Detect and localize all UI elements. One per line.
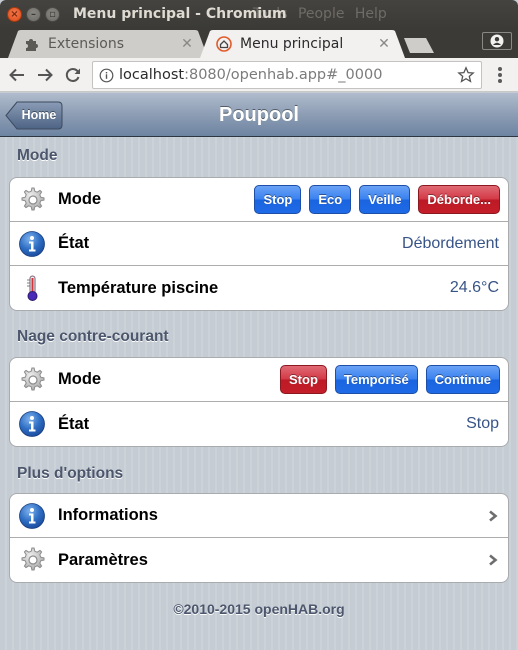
thermometer-icon [18,274,46,302]
openhab-page: Poupool Home Mode Mode Stop Eco Veille D… [0,93,518,650]
tab-close-icon[interactable]: ✕ [180,36,194,52]
puzzle-icon [24,36,40,52]
window-title: Menu principal - Chromium [73,6,287,22]
reload-button[interactable] [62,64,84,86]
browser-toolbar: localhost:8080/openhab.app#_0000 [0,58,518,92]
browser-menu-button[interactable] [494,66,506,84]
row-etat: État Débordement [10,222,508,266]
chevron-right-icon [489,510,498,522]
chevron-right-icon [489,554,498,566]
home-back-button[interactable]: Home [5,101,63,130]
group-options: Informations Paramètres [9,493,509,583]
reload-icon [65,68,80,82]
nage-stop-button[interactable]: Stop [280,365,327,394]
window-title-bar: × – ▫ Tools People Help Menu principal -… [0,0,518,29]
back-button[interactable] [6,64,28,86]
nage-continue-button[interactable]: Continue [425,365,500,394]
gear-icon [18,546,46,574]
nage-temporise-button[interactable]: Temporisé [334,365,418,394]
window-minimize-button[interactable]: – [26,7,41,22]
etat-value: Débordement [402,234,499,252]
forward-button[interactable] [34,64,56,86]
row-mode: Mode Stop Eco Veille Déborde... [10,178,508,222]
url-host: localhost [119,67,185,83]
section-title-options: Plus d'options [17,465,124,482]
arrow-left-icon [9,68,24,82]
nage-button-group: Stop Temporisé Continue [280,365,500,394]
gear-icon [18,366,46,394]
info-icon [18,410,46,438]
section-title-nage: Nage contre-courant [17,328,169,345]
row-label: Mode [58,190,102,208]
tab-extensions[interactable]: Extensions ✕ [8,30,208,58]
tab-close-icon[interactable]: ✕ [377,36,391,52]
close-icon: × [10,9,19,20]
mode-eco-button[interactable]: Eco [309,185,352,214]
mode-debordement-button[interactable]: Déborde... [418,185,500,214]
openhab-icon [216,36,232,52]
window-maximize-button[interactable]: ▫ [45,7,60,22]
back-button-label: Home [21,108,57,122]
group-nage: Mode Stop Temporisé Continue État Stop [9,357,509,447]
row-label: Mode [58,370,102,388]
info-icon [18,230,46,258]
page-title: Poupool [219,104,299,126]
gear-icon [18,186,46,214]
row-label: État [58,234,90,252]
row-label: Informations [58,506,158,524]
info-icon [18,502,46,530]
bookmark-star-icon[interactable] [457,66,475,84]
temperature-value: 24.6°C [449,279,499,296]
tab-strip: Extensions ✕ Menu principal ✕ [0,29,518,58]
address-bar[interactable]: localhost:8080/openhab.app#_0000 [92,61,482,89]
mode-veille-button[interactable]: Veille [359,185,411,214]
info-icon[interactable] [93,68,119,83]
row-nage-etat: État Stop [10,402,508,446]
mode-button-group: Stop Eco Veille Déborde... [254,185,500,214]
row-label: Température piscine [58,278,219,297]
maximize-icon: ▫ [49,9,56,20]
url-path: :8080/openhab.app#_0000 [184,67,383,83]
group-mode: Mode Stop Eco Veille Déborde... État Déb… [9,177,509,311]
page-header: Poupool Home [0,93,518,137]
section-title-mode: Mode [17,147,58,164]
row-label: Paramètres [58,550,148,569]
row-label: État [58,414,90,433]
row-parametres[interactable]: Paramètres [10,538,508,582]
row-informations[interactable]: Informations [10,494,508,538]
tab-menu-principal[interactable]: Menu principal ✕ [200,30,405,58]
footer-copyright: ©2010-2015 openHAB.org [173,601,345,617]
window-close-button[interactable]: × [7,7,22,22]
profile-button[interactable] [482,32,512,50]
tab-label: Menu principal [240,36,344,52]
minimize-icon: – [31,9,36,20]
nage-etat-value: Stop [466,415,499,432]
row-nage-mode: Mode Stop Temporisé Continue [10,358,508,402]
arrow-right-icon [38,68,53,82]
user-icon [490,34,504,48]
new-tab-button[interactable] [404,38,434,53]
row-temperature: Température piscine 24.6°C [10,266,508,310]
mode-stop-button[interactable]: Stop [254,185,302,214]
tab-label: Extensions [48,36,125,52]
